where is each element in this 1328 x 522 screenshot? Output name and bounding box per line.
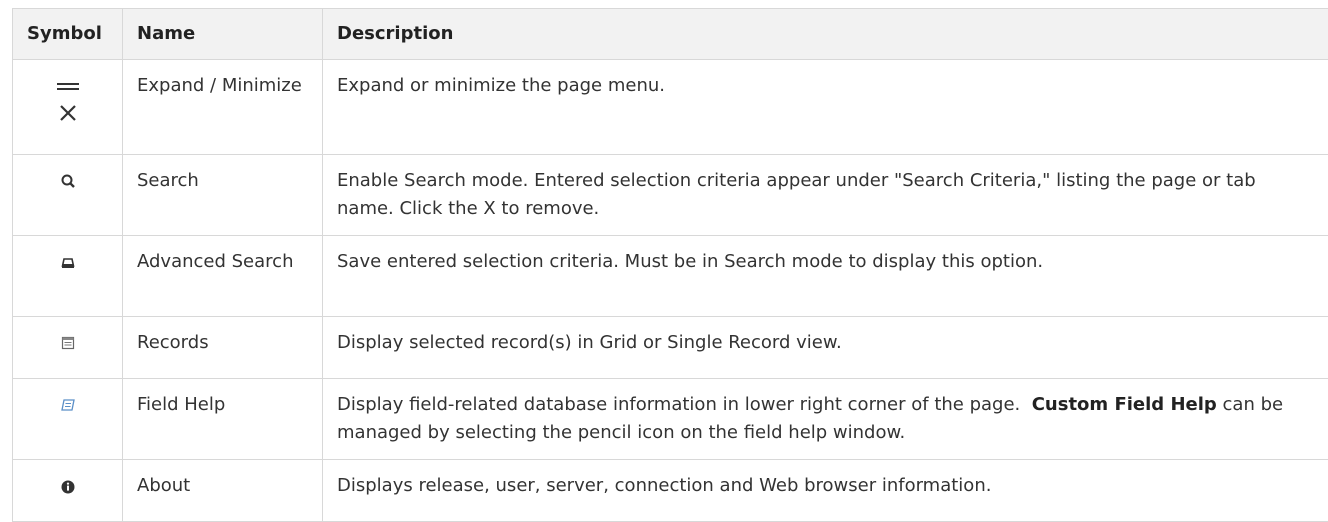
description-text: Display field-related database informati… <box>337 394 1020 415</box>
row-name: About <box>123 460 323 522</box>
row-name: Field Help <box>123 379 323 460</box>
symbol-cell <box>13 236 123 317</box>
row-description: Enable Search mode. Entered selection cr… <box>323 155 1328 236</box>
info-icon <box>48 472 88 500</box>
symbols-table-container: Symbol Name Description Expand / Minimiz… <box>12 8 1328 522</box>
row-description: Displays release, user, server, connecti… <box>323 460 1328 522</box>
row-description: Display field-related database informati… <box>323 379 1328 460</box>
field-help-icon <box>48 391 88 419</box>
search-icon <box>48 167 88 195</box>
records-icon <box>48 329 88 357</box>
row-description: Save entered selection criteria. Must be… <box>323 236 1328 317</box>
symbol-cell <box>13 379 123 460</box>
row-description: Expand or minimize the page menu. <box>323 60 1328 155</box>
row-description: Display selected record(s) in Grid or Si… <box>323 317 1328 379</box>
symbol-cell <box>13 317 123 379</box>
row-name: Search <box>123 155 323 236</box>
symbol-cell <box>13 155 123 236</box>
table-header-row: Symbol Name Description <box>13 9 1328 60</box>
inbox-icon <box>48 248 88 276</box>
table-row: Field Help Display field-related databas… <box>13 379 1328 460</box>
table-row: Advanced Search Save entered selection c… <box>13 236 1328 317</box>
symbol-cell <box>13 60 123 155</box>
table-row: About Displays release, user, server, co… <box>13 460 1328 522</box>
header-symbol: Symbol <box>13 9 123 60</box>
table-row: Search Enable Search mode. Entered selec… <box>13 155 1328 236</box>
custom-field-help-text: Custom Field Help <box>1032 394 1217 415</box>
row-name: Expand / Minimize <box>123 60 323 155</box>
menu-close-icon <box>54 76 82 124</box>
table-row: Expand / Minimize Expand or minimize the… <box>13 60 1328 155</box>
symbol-cell <box>13 460 123 522</box>
row-name: Records <box>123 317 323 379</box>
header-name: Name <box>123 9 323 60</box>
row-name: Advanced Search <box>123 236 323 317</box>
symbols-table: Symbol Name Description Expand / Minimiz… <box>12 8 1328 522</box>
header-description: Description <box>323 9 1328 60</box>
table-row: Records Display selected record(s) in Gr… <box>13 317 1328 379</box>
